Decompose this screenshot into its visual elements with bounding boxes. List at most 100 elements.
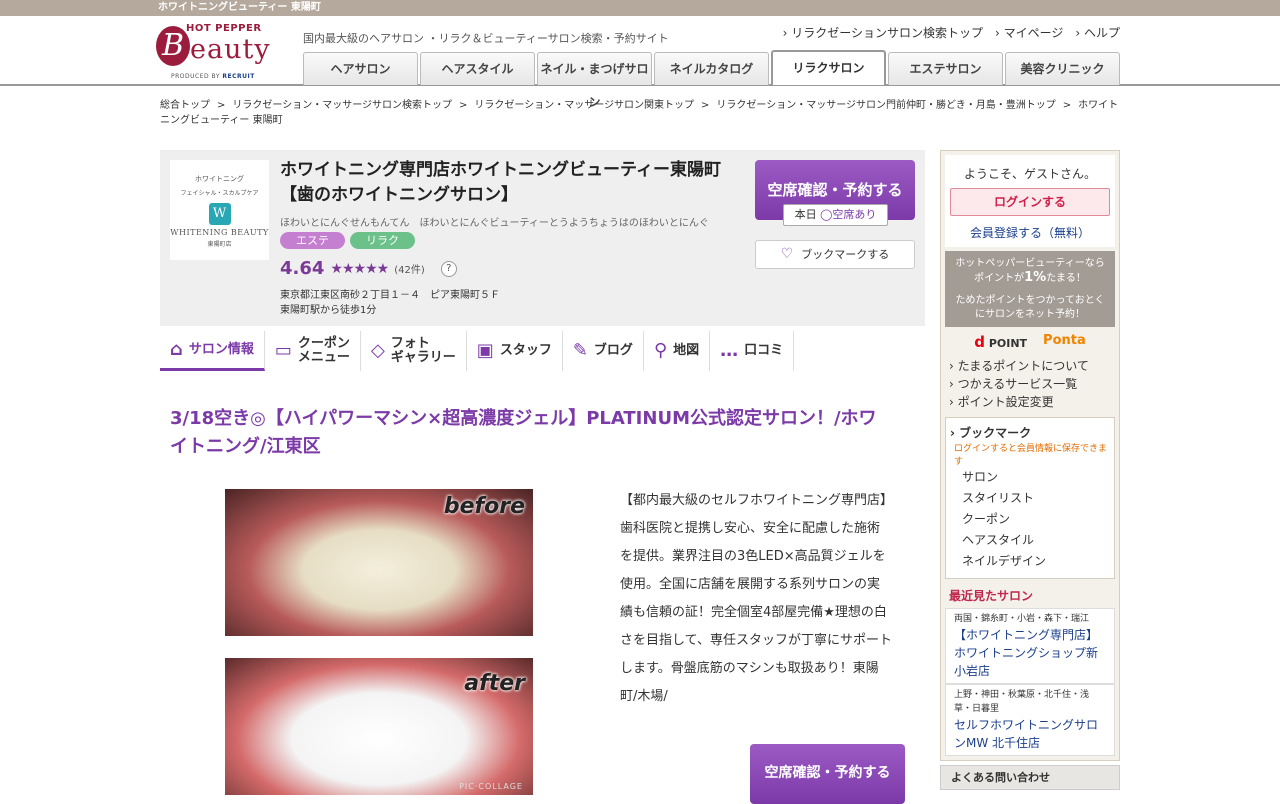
salon-rating: 4.64 ★★★★★ (42件) ? [280, 258, 457, 279]
access-text: 東陽町駅から徒歩1分 [280, 305, 377, 316]
point-banner[interactable]: ホットペッパービューティーなら ポイントが1%たまる！ ためたポイントをつかって… [945, 251, 1115, 327]
recent-area: 両国・錦糸町・小岩・森下・瑞江 [954, 614, 1090, 624]
account-box: ようこそ、ゲストさん。 ログインする 会員登録する（無料） ホットペッパービュー… [940, 150, 1120, 761]
help-icon[interactable]: ? [440, 260, 457, 277]
recent-salons: 最近見たサロン 両国・錦糸町・小岩・森下・瑞江 【ホワイトニング専門店】ホワイト… [945, 587, 1115, 756]
salon-logo-line4: 東陽町店 [207, 241, 232, 248]
tab-label: フォト ギャラリー [390, 336, 456, 365]
tag-relax: リラク [350, 232, 415, 249]
salon-address: 東京都江東区南砂２丁目１－４ ピア東陽町５Ｆ 東陽町駅から徒歩1分 [280, 288, 500, 318]
dpoint-d: d [974, 333, 985, 351]
top-links: リラクゼーションサロン検索トップ マイページ ヘルプ [783, 24, 1120, 41]
dpoint-text: POINT [988, 337, 1028, 350]
tab-salon-info[interactable]: ⌂ サロン情報 [160, 331, 265, 371]
recent-item[interactable]: 上野・神田・秋葉原・北千住・浅草・日暮里 セルフホワイトニングサロンMW 北千住… [945, 684, 1115, 756]
salon-description: 【都内最大級のセルフホワイトニング専門店】歯科医院と提携し安心、安全に配慮した施… [620, 493, 892, 704]
bm-stylist[interactable]: スタイリスト [950, 488, 1110, 509]
crumb-relax-top[interactable]: リラクゼーション・マッサージサロン検索トップ [232, 100, 452, 111]
star-icons: ★★★★★ [330, 260, 389, 277]
crumb-kanto[interactable]: リラクゼーション・マッサージサロン関東トップ [474, 100, 694, 111]
gnav-beauty-clinic[interactable]: 美容クリニック [1005, 52, 1120, 85]
after-label: after [464, 671, 525, 696]
point-logos: d POINT Ponta [945, 333, 1115, 351]
top-bar: ホワイトニングビューティー 東陽町 [0, 0, 1280, 16]
point-line3: たまる！ [1046, 273, 1086, 284]
tab-photo-gallery[interactable]: ◇ フォト ギャラリー [361, 331, 467, 371]
recent-item[interactable]: 両国・錦糸町・小岩・森下・瑞江 【ホワイトニング専門店】ホワイトニングショップ新… [945, 608, 1115, 684]
photo-icon: ◇ [370, 340, 385, 361]
reserve-label: 空席確認・予約する [767, 181, 903, 199]
gnav-hair-style[interactable]: ヘアスタイル [420, 52, 535, 85]
link-services[interactable]: つかえるサービス一覧 [949, 375, 1115, 393]
crumb-top[interactable]: 総合トップ [160, 100, 210, 111]
link-help[interactable]: ヘルプ [1075, 24, 1120, 41]
gnav-relax-salon[interactable]: リラクサロン [771, 50, 886, 85]
tagline: 国内最大級のヘアサロン ・リラク＆ビューティーサロン検索・予約サイト [303, 32, 669, 45]
recent-title: 最近見たサロン [949, 589, 1034, 603]
welcome-text: ようこそ、ゲストさん。 [963, 167, 1096, 181]
chat-icon: … [720, 340, 739, 361]
reserve-button-bottom[interactable]: 空席確認・予約する [750, 744, 905, 804]
salon-subnav: ⌂ サロン情報 ▭ クーポン メニュー ◇ フォト ギャラリー ▣ スタッフ ✎ ブログ … [160, 331, 795, 371]
tab-coupon-menu[interactable]: ▭ クーポン メニュー [265, 331, 361, 371]
tab-label: クーポン メニュー [297, 336, 350, 365]
point-links: たまるポイントについて つかえるサービス一覧 ポイント設定変更 [945, 357, 1115, 411]
salon-header-box: ホワイトニング フェイシャル・スカルプケア W WHITENING BEAUTY… [160, 150, 925, 326]
global-nav: ヘアサロン ヘアスタイル ネイル・まつげサロン ネイルカタログ リラクサロン エ… [303, 50, 1120, 109]
recent-name[interactable]: セルフホワイトニングサロンMW 北千住店 [954, 716, 1106, 752]
catch-copy: 3/18空き◎【ハイパワーマシン×超高濃度ジェル】PLATINUM公式認定サロン… [170, 408, 877, 457]
tab-map[interactable]: ⚲ 地図 [644, 331, 711, 371]
bm-coupon[interactable]: クーポン [950, 509, 1110, 530]
logo-b: B [156, 26, 190, 66]
logo-eauty: eauty [190, 34, 271, 65]
link-point-settings[interactable]: ポイント設定変更 [949, 393, 1115, 411]
home-icon: ⌂ [170, 338, 183, 360]
reserve-button[interactable]: 空席確認・予約する 本日 ◯空席あり [755, 160, 915, 226]
hotpepper-beauty-logo[interactable]: HOT PEPPER B eauty PRODUCED BY RECRUIT [156, 22, 280, 96]
link-mypage[interactable]: マイページ [995, 24, 1064, 41]
register-link[interactable]: 会員登録する（無料） [945, 224, 1115, 241]
before-after-photo: before after PIC·COLLAGE [225, 489, 533, 795]
staff-icon: ▣ [476, 340, 494, 361]
recent-area: 上野・神田・秋葉原・北千住・浅草・日暮里 [954, 690, 1090, 714]
coupon-icon: ▭ [274, 340, 292, 361]
link-relax-top[interactable]: リラクゼーションサロン検索トップ [783, 24, 983, 41]
bm-nail[interactable]: ネイルデザイン [950, 551, 1110, 572]
bookmark-button[interactable]: ♡ ブックマークする [755, 240, 915, 269]
recent-name[interactable]: 【ホワイトニング専門店】ホワイトニングショップ新小岩店 [954, 626, 1106, 680]
gnav-nail-eyelash[interactable]: ネイル・まつげサロン [537, 52, 652, 109]
tab-blog[interactable]: ✎ ブログ [563, 331, 644, 371]
faq-header[interactable]: よくある問い合わせ [940, 765, 1120, 790]
produced-text: PRODUCED BY [171, 73, 220, 80]
tab-reviews[interactable]: … 口コミ [710, 331, 795, 371]
bm-salon[interactable]: サロン [950, 467, 1110, 488]
photo-credit: PIC·COLLAGE [459, 782, 523, 791]
avail-label: ◯空席あり [820, 208, 877, 221]
tab-label: 地図 [673, 343, 700, 358]
gnav-nail-catalog[interactable]: ネイルカタログ [654, 52, 769, 85]
bm-hairstyle[interactable]: ヘアスタイル [950, 530, 1110, 551]
recruit-text: RECRUIT [222, 73, 255, 80]
sidebar: ようこそ、ゲストさん。 ログインする 会員登録する（無料） ホットペッパービュー… [940, 150, 1120, 761]
gnav-esthe-salon[interactable]: エステサロン [888, 52, 1003, 85]
map-pin-icon: ⚲ [653, 340, 668, 361]
bookmark-label: ブックマークする [801, 248, 890, 261]
salon-logo: ホワイトニング フェイシャル・スカルプケア W WHITENING BEAUTY… [170, 160, 269, 260]
site-header: HOT PEPPER B eauty PRODUCED BY RECRUIT 国… [0, 16, 1280, 109]
login-button[interactable]: ログインする [950, 188, 1110, 216]
tab-label: ブログ [593, 343, 633, 358]
tab-staff[interactable]: ▣ スタッフ [467, 331, 563, 371]
salon-name: ホワイトニング専門店ホワイトニングビューティー東陽町【歯のホワイトニングサロン】 [280, 160, 721, 205]
crumb-area[interactable]: リラクゼーション・マッサージサロン門前仲町・勝どき・月島・豊洲トップ [716, 100, 1055, 111]
tab-label: サロン情報 [188, 341, 254, 357]
review-count[interactable]: (42件) [394, 261, 425, 276]
link-point-about[interactable]: たまるポイントについて [949, 357, 1115, 375]
rating-value: 4.64 [280, 258, 325, 279]
bookmark-box: ブックマーク ログインすると会員情報に保存できます サロン スタイリスト クーポ… [945, 417, 1115, 579]
dpoint-logo: d POINT [974, 333, 1027, 351]
gnav-hair-salon[interactable]: ヘアサロン [303, 52, 418, 85]
ponta-logo: Ponta [1043, 333, 1086, 348]
address-text: 東京都江東区南砂２丁目１－４ ピア東陽町５Ｆ [280, 290, 500, 301]
salon-logo-line3: WHITENING BEAUTY [170, 228, 269, 237]
heart-icon: ♡ [780, 246, 794, 262]
